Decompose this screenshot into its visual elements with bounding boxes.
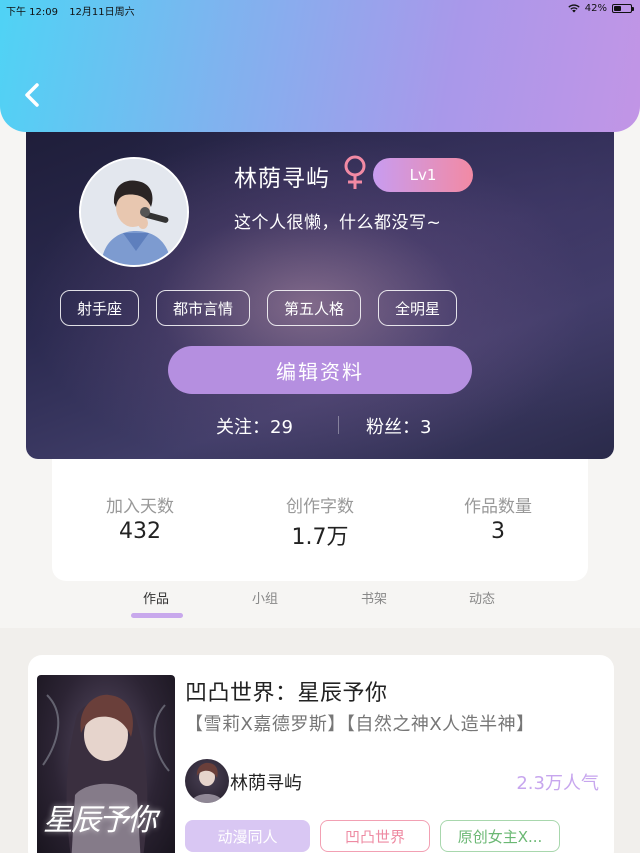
book-cover[interactable]: 星辰予你 — [37, 675, 175, 853]
stat-label: 加入天数 — [106, 497, 174, 517]
tab-activity[interactable]: 动态 — [469, 588, 495, 607]
level-badge: Lv1 — [373, 158, 473, 192]
tab-bookshelf[interactable]: 书架 — [361, 588, 387, 607]
chevron-left-icon — [25, 83, 39, 107]
stat-value: 3 — [491, 519, 505, 544]
status-bar: 下午 12:09 12月11日周六 42% — [0, 0, 640, 18]
tab-bar: 作品 小组 书架 动态 — [0, 586, 640, 622]
header-bar — [0, 0, 640, 132]
avatar-image — [81, 159, 187, 265]
username: 林荫寻屿 — [234, 166, 330, 192]
author-avatar[interactable] — [185, 759, 229, 803]
stat-label: 作品数量 — [464, 497, 532, 517]
status-date: 12月11日周六 — [69, 7, 135, 18]
avatar[interactable] — [79, 157, 189, 267]
stat-works: 作品数量 3 — [433, 492, 563, 544]
work-tag[interactable]: 凹凸世界 — [320, 820, 430, 852]
interest-tags: 射手座 都市言情 第五人格 全明星 — [60, 290, 458, 326]
author-avatar-image — [191, 762, 223, 803]
followers-count[interactable]: 粉丝：3 — [366, 413, 431, 439]
battery-level — [614, 6, 621, 11]
female-icon — [344, 155, 366, 189]
follow-divider — [338, 416, 339, 434]
stat-value: 1.7万 — [291, 525, 349, 550]
work-description: 【雪莉X嘉德罗斯】【自然之神X人造半神】 — [185, 714, 535, 735]
back-button[interactable] — [18, 78, 48, 112]
stat-join-days: 加入天数 432 — [75, 492, 205, 544]
author-name[interactable]: 林荫寻屿 — [230, 769, 302, 795]
stats-card: 加入天数 432 创作字数 1.7万 作品数量 3 — [52, 456, 588, 581]
bio-text: 这个人很懒，什么都没写~ — [234, 213, 442, 233]
work-card[interactable]: 星辰予你 凹凸世界：星辰予你 【雪莉X嘉德罗斯】【自然之神X人造半神】 林荫寻屿… — [28, 655, 614, 853]
tab-groups[interactable]: 小组 — [252, 588, 278, 607]
popularity-count: 2.3万人气 — [516, 773, 599, 794]
battery-percent: 42% — [584, 3, 607, 14]
edit-profile-button[interactable]: 编辑资料 — [168, 346, 472, 394]
following-count[interactable]: 关注：29 — [216, 413, 293, 439]
stat-value: 432 — [119, 519, 161, 544]
battery-icon — [612, 4, 634, 13]
work-tags: 动漫同人 凹凸世界 原创女主X... — [185, 820, 560, 852]
cover-title: 星辰予你 — [43, 803, 157, 838]
follow-stats: 关注：29 粉丝：3 — [26, 413, 614, 439]
status-time: 下午 12:09 — [6, 7, 58, 18]
work-title[interactable]: 凹凸世界：星辰予你 — [185, 675, 388, 707]
active-tab-indicator — [131, 613, 183, 618]
tag-item[interactable]: 射手座 — [60, 290, 140, 326]
profile-card: 林荫寻屿 Lv1 这个人很懒，什么都没写~ 射手座 都市言情 第五人格 全明星 … — [26, 115, 614, 459]
tag-item[interactable]: 全明星 — [378, 290, 458, 326]
stat-label: 创作字数 — [286, 497, 354, 517]
work-tag[interactable]: 动漫同人 — [185, 820, 310, 852]
stat-word-count: 创作字数 1.7万 — [255, 492, 385, 551]
tab-works[interactable]: 作品 — [143, 588, 169, 607]
wifi-icon — [568, 4, 580, 13]
tag-item[interactable]: 第五人格 — [267, 290, 362, 326]
work-tag[interactable]: 原创女主X... — [440, 820, 560, 852]
tag-item[interactable]: 都市言情 — [156, 290, 251, 326]
